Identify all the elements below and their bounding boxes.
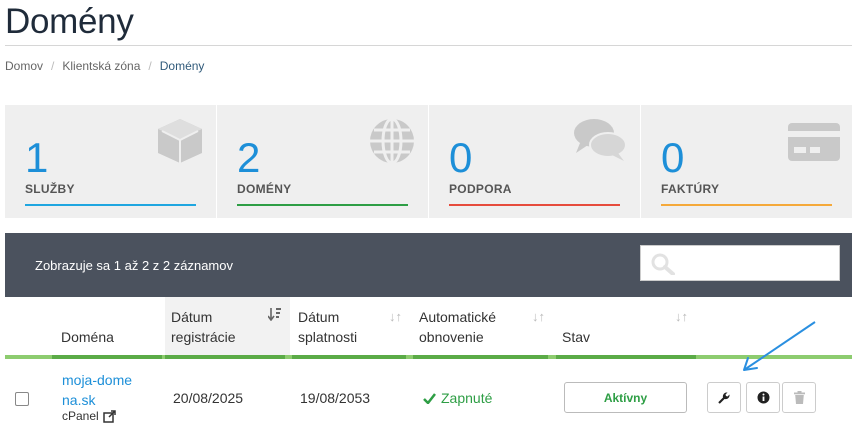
sort-icon: ↓↑ — [675, 309, 688, 324]
globe-icon — [370, 117, 414, 165]
search-icon — [651, 253, 675, 275]
stat-invoices-label: FAKTÚRY — [661, 182, 720, 196]
column-underline — [52, 355, 162, 359]
column-due[interactable]: Dátum splatnosti ↓↑ — [292, 297, 410, 355]
table-info: Zobrazuje sa 1 až 2 z 2 záznamov — [35, 258, 233, 273]
stats-panel: 1 SLUŽBY 2 DOMÉNY 0 PODPORA 0 FAKTÚRY — [5, 105, 852, 218]
info-button[interactable] — [746, 382, 780, 413]
manage-button[interactable] — [707, 382, 741, 413]
trash-icon — [793, 391, 805, 404]
column-domain-label: Doména — [61, 329, 114, 345]
stat-domains-bar — [237, 204, 408, 206]
due-date: 19/08/2053 — [300, 390, 371, 406]
table-row: moja-domena.sk cPanel 20/08/2025 19/08/2… — [5, 360, 852, 435]
info-icon — [757, 391, 769, 404]
table-header: Doména Dátum registrácie Dátum splatnost… — [5, 297, 852, 359]
breadcrumb-home[interactable]: Domov — [5, 59, 43, 73]
external-link-icon — [102, 409, 116, 423]
column-due-label: Dátum splatnosti — [298, 309, 358, 345]
page-title: Domény — [5, 2, 134, 41]
column-underline — [413, 355, 548, 359]
status-badge: Aktívny — [564, 382, 687, 413]
stat-services[interactable]: 1 SLUŽBY — [5, 105, 217, 218]
stat-support-bar — [449, 204, 620, 206]
delete-button[interactable] — [782, 382, 816, 413]
breadcrumb-current: Domény — [159, 59, 205, 73]
column-domain[interactable]: Doména — [55, 297, 169, 355]
column-autorenew[interactable]: Automatické obnovenie ↓↑ — [413, 297, 553, 355]
search-input[interactable] — [640, 245, 840, 281]
autorenew-status: Zapnuté — [423, 390, 492, 406]
check-icon — [423, 392, 436, 404]
stat-domains-value: 2 — [237, 134, 261, 181]
column-underline — [292, 355, 406, 359]
stat-domains[interactable]: 2 DOMÉNY — [217, 105, 429, 218]
stat-support[interactable]: 0 PODPORA — [429, 105, 641, 218]
column-registered-label: Dátum registrácie — [171, 309, 236, 345]
cube-icon — [158, 119, 202, 163]
autorenew-label: Zapnuté — [441, 390, 493, 406]
comments-icon — [574, 119, 627, 161]
stat-invoices-value: 0 — [661, 134, 685, 181]
breadcrumb-client-zone[interactable]: Klientská zóna — [62, 59, 140, 73]
stat-services-value: 1 — [25, 134, 49, 181]
column-underline — [556, 355, 696, 359]
stat-invoices[interactable]: 0 FAKTÚRY — [641, 105, 852, 218]
stat-services-label: SLUŽBY — [25, 182, 75, 196]
annotation-arrow-icon — [743, 321, 816, 371]
row-checkbox[interactable] — [15, 392, 29, 406]
domain-link[interactable]: moja-domena.sk — [62, 370, 137, 410]
column-status-label: Stav — [562, 329, 591, 345]
sort-desc-icon — [267, 307, 282, 327]
cpanel-link[interactable]: cPanel — [62, 409, 116, 423]
table-toolbar: Zobrazuje sa 1 až 2 z 2 záznamov — [5, 233, 852, 297]
title-divider — [5, 45, 852, 46]
stat-invoices-bar — [661, 204, 832, 206]
stat-domains-label: DOMÉNY — [237, 182, 292, 196]
breadcrumb-separator: / — [148, 59, 152, 73]
sort-icon: ↓↑ — [532, 309, 545, 324]
registration-date: 20/08/2025 — [173, 390, 244, 406]
column-underline — [165, 355, 285, 359]
column-autorenew-label: Automatické obnovenie — [419, 309, 497, 345]
stat-support-label: PODPORA — [449, 182, 512, 196]
stat-services-bar — [25, 204, 196, 206]
column-registered[interactable]: Dátum registrácie — [165, 297, 290, 355]
wrench-icon — [718, 391, 730, 404]
stat-support-value: 0 — [449, 134, 473, 181]
sort-icon: ↓↑ — [389, 309, 402, 324]
breadcrumb: Domov / Klientská zóna / Domény — [5, 59, 204, 73]
breadcrumb-separator: / — [51, 59, 55, 73]
domain-name: moja-domena.sk — [62, 372, 133, 408]
cpanel-label: cPanel — [62, 409, 99, 423]
credit-card-icon — [788, 123, 840, 161]
column-status[interactable]: Stav ↓↑ — [556, 297, 696, 355]
